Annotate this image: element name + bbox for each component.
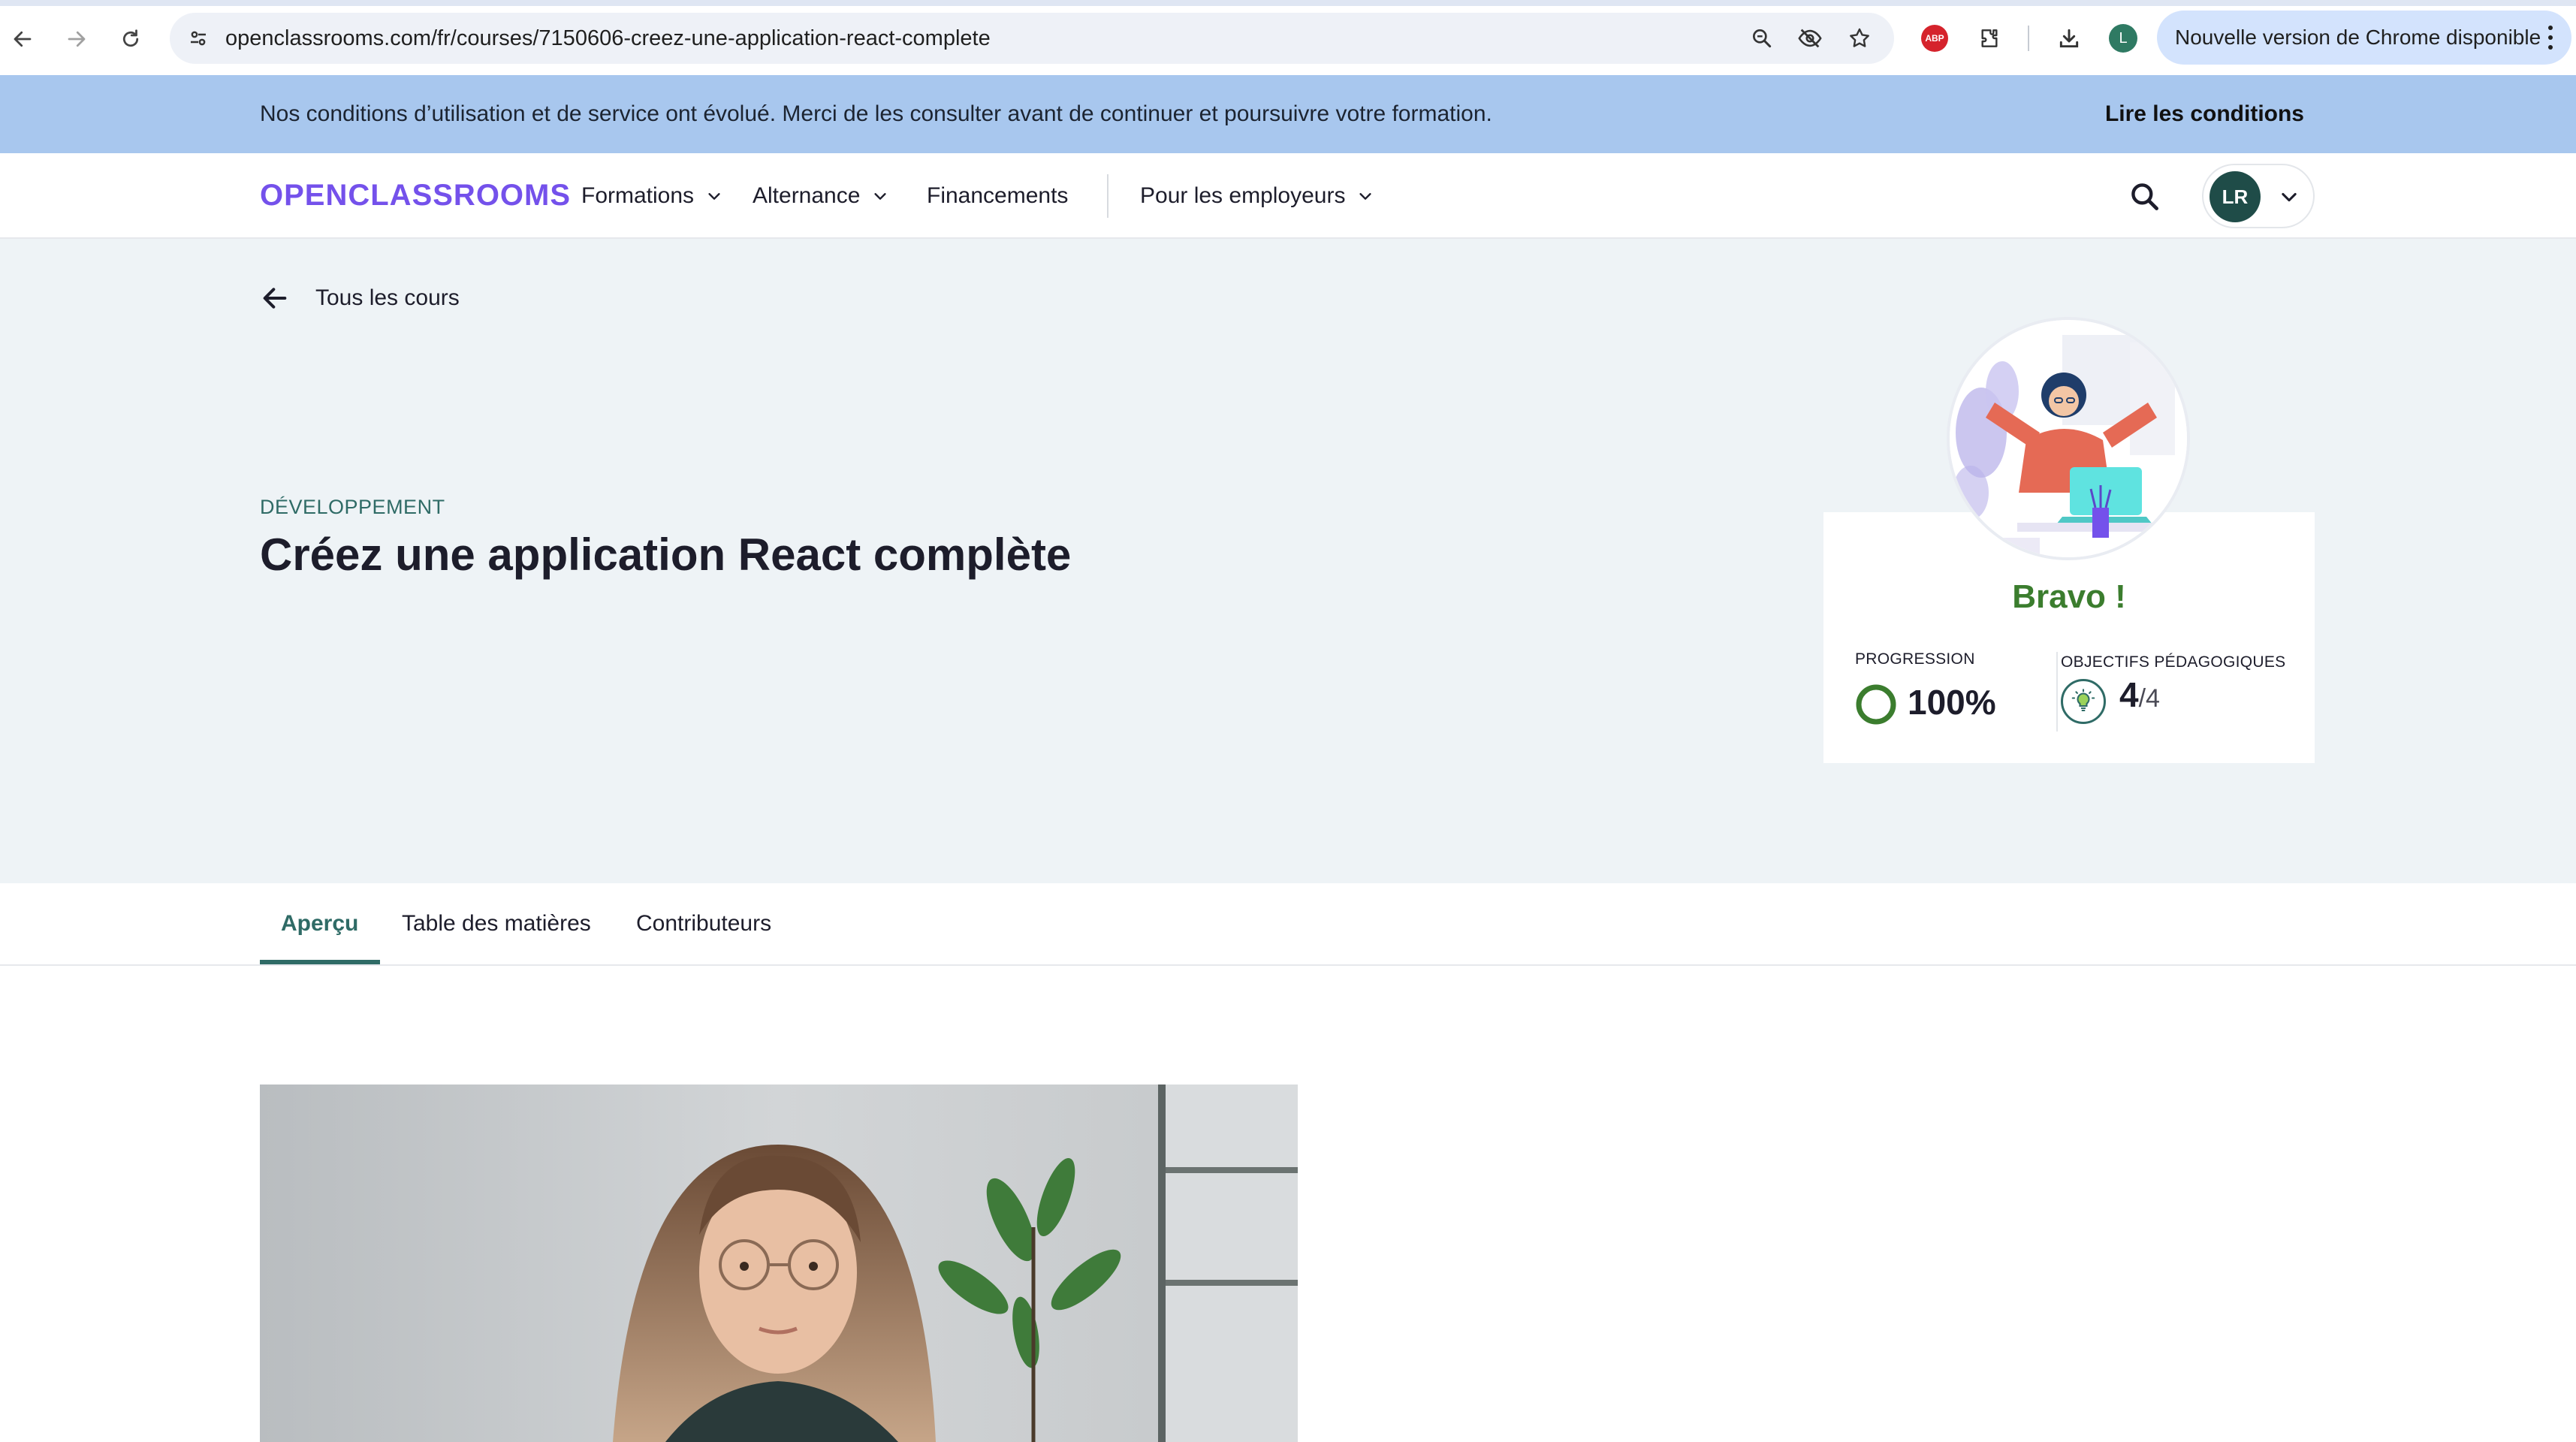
- nav-financements[interactable]: Financements: [927, 153, 1068, 239]
- openclassrooms-logo[interactable]: OPENCLASSROOMS: [260, 179, 571, 213]
- tab-strip-edge: [0, 0, 2576, 6]
- nav-formations[interactable]: Formations: [581, 153, 722, 239]
- site-header: OPENCLASSROOMS Formations Alternance Fin…: [0, 153, 2576, 239]
- objectives-done: 4: [2119, 675, 2139, 714]
- chevron-down-icon: [1359, 193, 1372, 200]
- lightbulb-icon: [2061, 679, 2106, 724]
- celebration-illustration: [1947, 317, 2190, 560]
- account-menu-button[interactable]: LR: [2202, 164, 2315, 228]
- back-to-courses-link[interactable]: Tous les cours: [260, 279, 460, 317]
- nav-formations-label: Formations: [581, 183, 695, 208]
- chrome-update-label: Nouvelle version de Chrome disponible: [2175, 26, 2541, 49]
- profile-button[interactable]: L: [2106, 21, 2140, 56]
- objectives-total: /4: [2138, 684, 2160, 713]
- star-icon[interactable]: [1843, 22, 1876, 55]
- stats-divider: [2056, 652, 2058, 732]
- course-hero: Tous les cours DÉVELOPPEMENT Créez une a…: [0, 239, 2576, 883]
- course-intro-video[interactable]: [260, 1085, 1298, 1442]
- search-icon[interactable]: [2125, 177, 2164, 216]
- adblock-extension-icon[interactable]: ABP: [1917, 21, 1952, 56]
- progress-value: 100%: [1908, 683, 1996, 722]
- progress-label: PROGRESSION: [1855, 650, 1975, 668]
- tab-contributeurs[interactable]: Contributeurs: [636, 883, 771, 964]
- read-terms-link[interactable]: Lire les conditions: [2105, 75, 2304, 153]
- reload-icon[interactable]: [111, 20, 150, 59]
- avatar: LR: [2210, 171, 2261, 222]
- tab-apercu[interactable]: Aperçu: [281, 883, 358, 964]
- toolbar-separator: [2028, 26, 2029, 51]
- back-arrow-icon[interactable]: [3, 20, 42, 59]
- back-to-courses-label: Tous les cours: [315, 285, 460, 310]
- header-divider: [1107, 174, 1109, 218]
- terms-notice-text: Nos conditions d’utilisation et de servi…: [260, 101, 1492, 126]
- congrats-headline: Bravo !: [2012, 578, 2126, 615]
- url-text[interactable]: openclassrooms.com/fr/courses/7150606-cr…: [225, 13, 991, 64]
- chevron-down-icon: [708, 193, 720, 200]
- nav-alternance[interactable]: Alternance: [753, 153, 888, 239]
- progress-ring-icon: [1856, 684, 1896, 725]
- browser-toolbar: openclassrooms.com/fr/courses/7150606-cr…: [0, 0, 2576, 75]
- eye-off-icon[interactable]: [1793, 22, 1826, 55]
- active-tab-indicator: [260, 960, 380, 964]
- address-bar[interactable]: openclassrooms.com/fr/courses/7150606-cr…: [170, 13, 1894, 64]
- chevron-down-icon: [2282, 192, 2297, 202]
- forward-arrow-icon[interactable]: [57, 20, 96, 59]
- download-icon[interactable]: [2052, 21, 2086, 56]
- site-settings-icon[interactable]: [183, 23, 213, 53]
- puzzle-extensions-icon[interactable]: [1972, 21, 2007, 56]
- chrome-update-button[interactable]: Nouvelle version de Chrome disponible: [2157, 11, 2571, 65]
- course-tabs: Aperçu Table des matières Contributeurs: [0, 883, 2576, 966]
- terms-notice-banner: Nos conditions d’utilisation et de servi…: [0, 75, 2576, 153]
- nav-financements-label: Financements: [927, 183, 1069, 208]
- nav-employeurs[interactable]: Pour les employeurs: [1140, 153, 1374, 239]
- chevron-down-icon: [874, 193, 887, 200]
- kebab-menu-icon[interactable]: [2541, 23, 2559, 53]
- course-category: DÉVELOPPEMENT: [260, 496, 445, 518]
- arrow-left-icon: [263, 288, 287, 309]
- zoom-icon[interactable]: [1745, 22, 1778, 55]
- tab-table-des-matieres[interactable]: Table des matières: [402, 883, 591, 964]
- objectives-label: OBJECTIFS PÉDAGOGIQUES: [2061, 653, 2286, 671]
- objectives-value: 4/4: [2119, 674, 2160, 715]
- nav-employeurs-label: Pour les employeurs: [1140, 183, 1346, 208]
- nav-alternance-label: Alternance: [753, 183, 861, 208]
- page-title: Créez une application React complète: [260, 529, 1072, 580]
